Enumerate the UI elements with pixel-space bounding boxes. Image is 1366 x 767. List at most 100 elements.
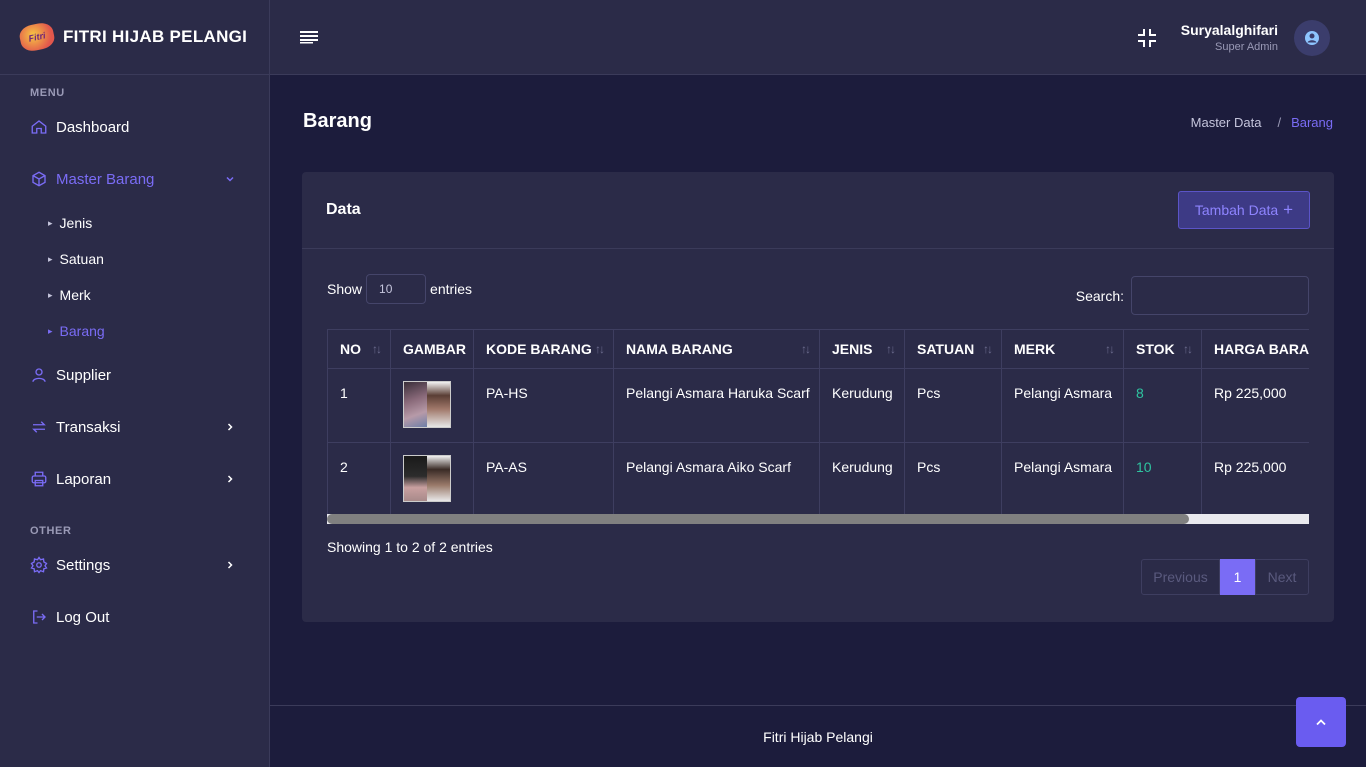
column-header-satuan[interactable]: SATUAN ↑↓ bbox=[904, 329, 1002, 369]
sidebar-subitem-label: Barang bbox=[59, 323, 105, 339]
column-header-no[interactable]: NO ↑↓ bbox=[327, 329, 391, 369]
swap-arrows-icon bbox=[30, 418, 48, 436]
sidebar-item-logout[interactable]: Log Out bbox=[0, 591, 269, 643]
table-info: Showing 1 to 2 of 2 entries bbox=[327, 539, 493, 555]
bullet-icon: ▸ bbox=[48, 289, 53, 300]
avatar[interactable] bbox=[1294, 20, 1330, 56]
sidebar-subitem-jenis[interactable]: ▸ Jenis bbox=[0, 205, 269, 241]
other-heading: OTHER bbox=[30, 525, 72, 537]
search-input[interactable] bbox=[1131, 276, 1309, 315]
back-to-top-button[interactable] bbox=[1296, 697, 1346, 747]
gear-icon bbox=[30, 556, 48, 574]
sidebar-item-dashboard[interactable]: Dashboard bbox=[0, 101, 269, 153]
plus-icon: + bbox=[1283, 200, 1294, 219]
breadcrumb: Master Data / Barang bbox=[1191, 115, 1333, 130]
table-search: Search: bbox=[1076, 276, 1309, 315]
sidebar-subitem-satuan[interactable]: ▸ Satuan bbox=[0, 241, 269, 277]
table-header-row: NO ↑↓ GAMBAR KODE BARANG ↑↓ NAMA BARANG ↑↓ … bbox=[327, 329, 1309, 369]
data-card: Data Tambah Data + Show 10 entries Searc… bbox=[302, 172, 1334, 622]
cell-stok: 10 bbox=[1123, 442, 1202, 515]
search-label: Search: bbox=[1075, 287, 1124, 304]
add-data-button[interactable]: Tambah Data + bbox=[1178, 191, 1310, 229]
add-data-label: Tambah Data bbox=[1194, 202, 1279, 218]
cell-jenis: Kerudung bbox=[819, 442, 905, 515]
sidebar-item-label: Supplier bbox=[56, 366, 112, 384]
column-header-nama-barang[interactable]: NAMA BARANG ↑↓ bbox=[613, 329, 820, 369]
sort-icon: ↑↓ bbox=[983, 342, 993, 356]
sort-icon: ↑↓ bbox=[595, 342, 605, 356]
cell-kode-barang: PA-HS bbox=[473, 368, 614, 443]
scrollbar-thumb[interactable] bbox=[327, 514, 1189, 524]
cell-merk: Pelangi Asmara bbox=[1001, 368, 1124, 443]
previous-page-button[interactable]: Previous bbox=[1141, 559, 1220, 595]
chevron-up-icon bbox=[1316, 719, 1326, 726]
sidebar-subitem-label: Satuan bbox=[59, 251, 104, 267]
sidebar-item-laporan[interactable]: Laporan bbox=[0, 453, 269, 505]
bullet-icon: ▸ bbox=[48, 325, 53, 336]
hamburger-menu-icon[interactable] bbox=[300, 29, 320, 45]
entries-length: Show 10 entries bbox=[327, 274, 472, 304]
horizontal-scrollbar[interactable] bbox=[327, 514, 1309, 524]
cell-stok: 8 bbox=[1123, 368, 1202, 443]
sidebar-subitem-merk[interactable]: ▸ Merk bbox=[0, 277, 269, 313]
user-name[interactable]: Suryalalghifari bbox=[1181, 22, 1278, 38]
home-icon bbox=[30, 118, 48, 136]
top-header: Suryalalghifari Super Admin bbox=[270, 0, 1366, 75]
card-title: Data bbox=[326, 201, 361, 218]
product-thumbnail[interactable] bbox=[403, 455, 451, 502]
sort-icon: ↑↓ bbox=[1183, 342, 1193, 356]
column-header-stok[interactable]: STOK ↑↓ bbox=[1123, 329, 1202, 369]
next-page-button[interactable]: Next bbox=[1255, 559, 1309, 595]
breadcrumb-current: Barang bbox=[1291, 115, 1333, 130]
cell-merk: Pelangi Asmara bbox=[1001, 442, 1124, 515]
box-icon bbox=[30, 170, 48, 188]
brand[interactable]: Fitri FITRI HIJAB PELANGI bbox=[0, 0, 269, 75]
sidebar-item-label: Log Out bbox=[56, 608, 110, 626]
sidebar-item-label: Laporan bbox=[56, 470, 112, 488]
cell-no: 1 bbox=[327, 368, 391, 443]
printer-icon bbox=[30, 470, 48, 488]
bullet-icon: ▸ bbox=[48, 253, 53, 264]
menu-heading: MENU bbox=[30, 87, 65, 99]
logout-icon bbox=[30, 608, 48, 626]
user-circle-icon bbox=[1305, 31, 1319, 45]
chevron-right-icon bbox=[225, 422, 235, 432]
chevron-down-icon bbox=[225, 174, 235, 184]
sidebar-item-transaksi[interactable]: Transaksi bbox=[0, 401, 269, 453]
entries-label: entries bbox=[430, 281, 473, 297]
user-icon bbox=[30, 366, 48, 384]
sidebar-item-supplier[interactable]: Supplier bbox=[0, 349, 269, 401]
breadcrumb-item[interactable]: Master Data bbox=[1191, 115, 1262, 130]
card-header: Data Tambah Data + bbox=[302, 172, 1334, 249]
cell-nama-barang: Pelangi Asmara Aiko Scarf bbox=[613, 442, 820, 515]
sidebar-item-label: Dashboard bbox=[56, 118, 130, 136]
column-header-harga-barang[interactable]: HARGA BARANG↑↓ bbox=[1201, 329, 1309, 369]
page-1-button[interactable]: 1 bbox=[1220, 559, 1255, 595]
footer: Fitri Hijab Pelangi bbox=[270, 705, 1366, 767]
sidebar-item-master-barang[interactable]: Master Barang bbox=[0, 153, 269, 205]
column-header-merk[interactable]: MERK ↑↓ bbox=[1001, 329, 1124, 369]
cell-kode-barang: PA-AS bbox=[473, 442, 614, 515]
sidebar-item-label: Transaksi bbox=[56, 418, 121, 436]
sort-icon: ↑↓ bbox=[1105, 342, 1115, 356]
sidebar-subitem-label: Merk bbox=[59, 287, 91, 303]
chevron-right-icon bbox=[225, 560, 235, 570]
product-thumbnail[interactable] bbox=[403, 381, 451, 428]
column-header-kode-barang[interactable]: KODE BARANG ↑↓ bbox=[473, 329, 614, 369]
column-header-jenis[interactable]: JENIS ↑↓ bbox=[819, 329, 905, 369]
sidebar-subitem-label: Jenis bbox=[59, 215, 93, 231]
brand-logo: Fitri bbox=[17, 20, 57, 54]
cell-gambar bbox=[390, 442, 474, 515]
entries-select[interactable]: 10 bbox=[366, 274, 427, 304]
sidebar-subitem-barang[interactable]: ▸ Barang bbox=[0, 313, 269, 349]
exit-fullscreen-icon[interactable] bbox=[1136, 27, 1158, 49]
sidebar: Fitri FITRI HIJAB PELANGI MENU Dashboard… bbox=[0, 0, 270, 767]
cell-no: 2 bbox=[327, 442, 391, 515]
cell-nama-barang: Pelangi Asmara Haruka Scarf bbox=[613, 368, 820, 443]
cell-harga-barang: Rp 225,000 bbox=[1201, 442, 1309, 515]
breadcrumb-separator: / bbox=[1277, 115, 1282, 130]
sidebar-item-settings[interactable]: Settings bbox=[0, 539, 269, 591]
cell-gambar bbox=[390, 368, 474, 443]
chevron-right-icon bbox=[225, 474, 235, 484]
brand-name: FITRI HIJAB PELANGI bbox=[63, 27, 248, 46]
